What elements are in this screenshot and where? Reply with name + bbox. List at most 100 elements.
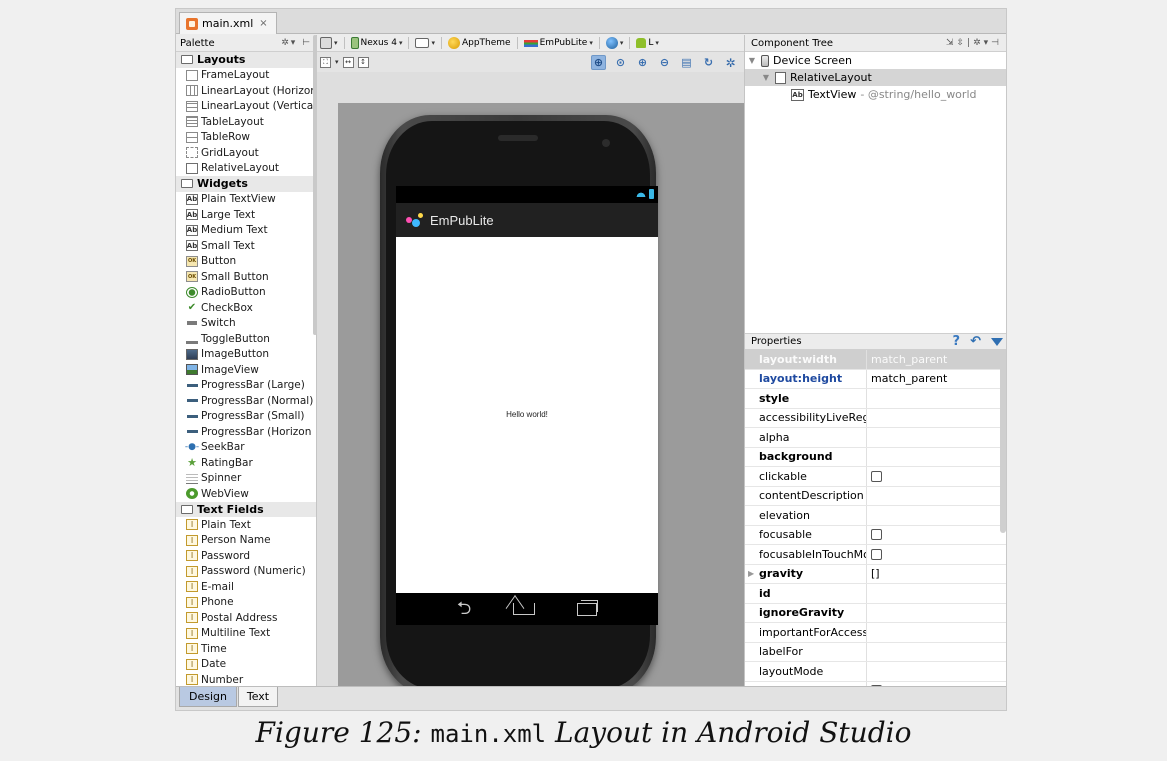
palette-item-password[interactable]: I Password [176,548,316,564]
clickable-checkbox[interactable] [871,470,882,482]
tree-item-textview[interactable]: Ab TextView - @string/hello_world [745,86,1006,103]
design-canvas[interactable]: EmPubLite Hello world! ⮌ [338,103,744,697]
prop-row-layout-width[interactable]: layout:width match_parent [745,350,1006,370]
tree-item-device-screen[interactable]: ▼ Device Screen [745,52,1006,69]
prop-row-clickable[interactable]: clickable [745,467,1006,487]
activity-dropdown[interactable]: EmPubLite ▾ [523,38,593,48]
palette-item-checkbox[interactable]: ✔ CheckBox [176,300,316,316]
palette-item-progressbar-normal[interactable]: ProgressBar (Normal) [176,393,316,409]
screenshot-icon[interactable]: ▤ [679,55,694,70]
orientation-dropdown[interactable]: ▾ [415,38,435,48]
prop-row-elevation[interactable]: elevation [745,506,1006,526]
palette-item-date[interactable]: I Date [176,657,316,673]
palette-item-tablelayout[interactable]: TableLayout [176,114,316,130]
prop-value[interactable]: [] [867,567,1006,580]
properties-scrollbar[interactable] [1000,353,1006,533]
palette-item-medium-text[interactable]: Ab Medium Text [176,223,316,239]
focusable-in-touch-mode-checkbox[interactable] [871,548,882,560]
prop-row-label-for[interactable]: labelFor [745,642,1006,662]
palette-item-switch[interactable]: Switch [176,316,316,332]
hello-world-textview[interactable]: Hello world! [396,410,658,419]
prop-row-style[interactable]: style [745,389,1006,409]
palette-item-gridlayout[interactable]: GridLayout [176,145,316,161]
palette-item-framelayout[interactable]: FrameLayout [176,68,316,84]
close-icon[interactable]: × [259,18,267,29]
prop-row-layout-height[interactable]: layout:height match_parent [745,369,1006,389]
prop-row-content-description[interactable]: contentDescription [745,486,1006,506]
palette-item-imageview[interactable]: ImageView [176,362,316,378]
palette-item-webview[interactable]: WebView [176,486,316,502]
prop-value[interactable]: match_parent [867,372,1006,385]
palette-item-button[interactable]: OK Button [176,254,316,270]
palette-item-password-numeric[interactable]: I Password (Numeric) [176,564,316,580]
palette-item-email[interactable]: I E-mail [176,579,316,595]
prop-row-focusable[interactable]: focusable [745,525,1006,545]
zoom-out-icon[interactable]: ⊖ [657,55,672,70]
prop-row-layout-mode[interactable]: layoutMode [745,662,1006,682]
expand-icon[interactable]: ▶ [748,569,754,578]
locale-dropdown[interactable]: ▾ [605,37,623,49]
theme-dropdown[interactable]: AppTheme [447,37,511,49]
palette-item-time[interactable]: I Time [176,641,316,657]
zoom-in-icon[interactable]: ⊕ [635,55,650,70]
filter-icon[interactable] [991,337,1003,346]
expand-icon[interactable]: ▼ [747,56,757,65]
focusable-checkbox[interactable] [871,529,882,541]
palette-category-text-fields[interactable]: Text Fields [176,501,316,517]
palette-category-layouts[interactable]: Layouts [176,52,316,68]
prop-row-alpha[interactable]: alpha [745,428,1006,448]
palette-item-phone[interactable]: I Phone [176,595,316,611]
palette-item-radiobutton[interactable]: RadioButton [176,285,316,301]
tab-main-xml[interactable]: main.xml × [179,12,277,34]
palette-item-imagebutton[interactable]: ImageButton [176,347,316,363]
expand-icon[interactable]: ▼ [761,73,771,82]
prop-row-important-for-accessibility[interactable]: importantForAccessit [745,623,1006,643]
prop-row-gravity[interactable]: ▶ gravity [] [745,564,1006,584]
palette-item-plain-textview[interactable]: Ab Plain TextView [176,192,316,208]
prop-row-focusable-in-touch-mode[interactable]: focusableInTouchMo( [745,545,1006,565]
palette-item-multiline-text[interactable]: I Multiline Text [176,626,316,642]
zoom-fit-icon[interactable]: ⊕ [591,55,606,70]
palette-item-small-button[interactable]: OK Small Button [176,269,316,285]
palette-item-linearlayout-vertical[interactable]: LinearLayout (Vertica [176,99,316,115]
action-bar[interactable]: EmPubLite [396,203,658,237]
palette-item-progressbar-small[interactable]: ProgressBar (Small) [176,409,316,425]
prop-row-id[interactable]: id [745,584,1006,604]
palette-item-small-text[interactable]: Ab Small Text [176,238,316,254]
tab-design[interactable]: Design [179,687,237,707]
palette-item-linearlayout-horizontal[interactable]: LinearLayout (Horizon [176,83,316,99]
palette-item-person-name[interactable]: I Person Name [176,533,316,549]
fill-width-icon[interactable]: ↔ [342,56,354,68]
palette-item-seekbar[interactable]: -●- SeekBar [176,440,316,456]
palette-item-postal-address[interactable]: I Postal Address [176,610,316,626]
palette-item-plain-text[interactable]: I Plain Text [176,517,316,533]
palette-item-progressbar-large[interactable]: ProgressBar (Large) [176,378,316,394]
palette-item-spinner[interactable]: Spinner [176,471,316,487]
palette-item-number[interactable]: I Number [176,672,316,686]
prop-row-ignore-gravity[interactable]: ignoreGravity [745,603,1006,623]
prop-row-accessibility-live-region[interactable]: accessibilityLiveRegic [745,408,1006,428]
relativelayout-preview[interactable]: Hello world! [396,237,658,593]
tab-text[interactable]: Text [238,687,278,707]
palette-item-tablerow[interactable]: TableRow [176,130,316,146]
palette-item-large-text[interactable]: Ab Large Text [176,207,316,223]
palette-item-togglebutton[interactable]: ToggleButton [176,331,316,347]
fill-height-icon[interactable]: ↕ [357,56,369,68]
zoom-actual-icon[interactable]: ⊙ [613,55,628,70]
palette-item-progressbar-horizontal[interactable]: ProgressBar (Horizon [176,424,316,440]
gear-icon[interactable]: ✲ [723,55,738,70]
palette-item-relativelayout[interactable]: RelativeLayout [176,161,316,177]
palette-category-widgets[interactable]: Widgets [176,176,316,192]
api-level-dropdown[interactable]: L ▾ [636,38,659,48]
palette-item-ratingbar[interactable]: ★ RatingBar [176,455,316,471]
refresh-icon[interactable]: ↻ [701,55,716,70]
undo-icon[interactable]: ↶ [970,334,981,349]
prop-row-background[interactable]: background [745,447,1006,467]
tree-item-relativelayout[interactable]: ▼ RelativeLayout [745,69,1006,86]
device-dropdown[interactable]: Nexus 4 ▾ [350,37,402,49]
device-frame-dropdown[interactable]: ▾ [320,37,338,49]
tree-tools-icon[interactable]: ⇲⇳|✲▾⊣ [946,38,1002,48]
help-icon[interactable]: ? [953,334,961,349]
resize-icon[interactable]: ⛶ [320,56,331,68]
palette-settings-icon[interactable]: ✲▾ ⊢ [281,38,312,48]
